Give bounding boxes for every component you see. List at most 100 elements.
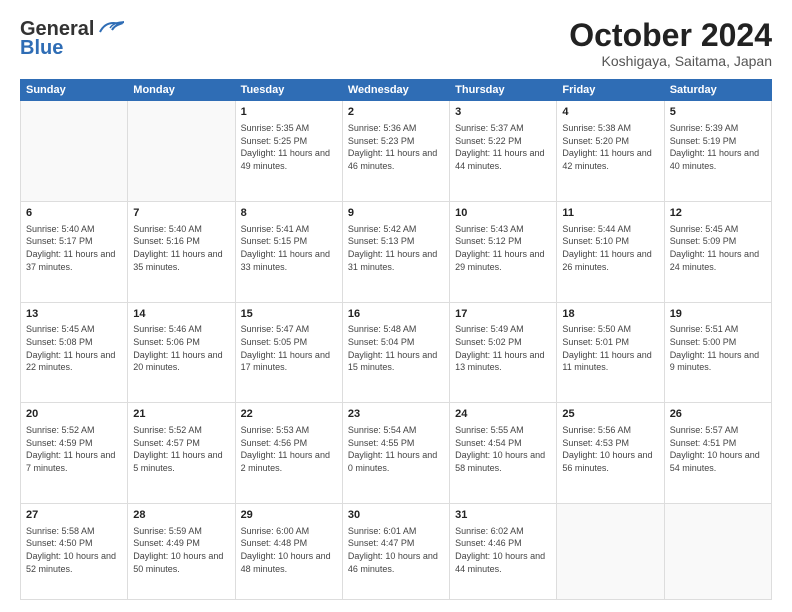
day-detail: Sunrise: 5:36 AM Sunset: 5:23 PM Dayligh… (348, 122, 444, 172)
day-detail: Sunrise: 5:54 AM Sunset: 4:55 PM Dayligh… (348, 424, 444, 474)
table-row: 13Sunrise: 5:45 AM Sunset: 5:08 PM Dayli… (21, 302, 128, 403)
day-number: 2 (348, 105, 444, 120)
table-row: 12Sunrise: 5:45 AM Sunset: 5:09 PM Dayli… (664, 201, 771, 302)
logo-blue: Blue (20, 37, 63, 60)
day-detail: Sunrise: 5:46 AM Sunset: 5:06 PM Dayligh… (133, 323, 229, 373)
table-row: 11 Sunrise: 5:44 AM Sunset: 5:10 PM Dayli… (557, 201, 664, 302)
table-row: 6 Sunrise: 5:40 AM Sunset: 5:17 PM Daylig… (21, 201, 128, 302)
day-detail: Sunrise: 5:57 AM Sunset: 4:51 PM Dayligh… (670, 424, 766, 474)
col-thursday: Thursday (450, 80, 557, 101)
day-detail: Sunrise: 5:49 AM Sunset: 5:02 PM Dayligh… (455, 323, 551, 373)
table-row: 26 Sunrise: 5:57 AM Sunset: 4:51 PM Dayli… (664, 403, 771, 504)
day-detail: Sunrise: 5:45 AM Sunset: 5:08 PM Dayligh… (26, 323, 122, 373)
table-row: 10 Sunrise: 5:43 AM Sunset: 5:12 PM Dayli… (450, 201, 557, 302)
table-row: 16Sunrise: 5:48 AM Sunset: 5:04 PM Dayli… (342, 302, 449, 403)
day-number: 24 (455, 407, 551, 422)
day-number: 31 (455, 508, 551, 523)
day-detail: Sunrise: 6:02 AM Sunset: 4:46 PM Dayligh… (455, 525, 551, 575)
day-number: 14 (133, 307, 229, 322)
day-number: 15 (241, 307, 337, 322)
day-number: 22 (241, 407, 337, 422)
day-number: 16 (348, 307, 444, 322)
table-row (557, 504, 664, 600)
day-number: 30 (348, 508, 444, 523)
col-wednesday: Wednesday (342, 80, 449, 101)
day-detail: Sunrise: 5:42 AM Sunset: 5:13 PM Dayligh… (348, 223, 444, 273)
day-number: 26 (670, 407, 766, 422)
table-row: 17Sunrise: 5:49 AM Sunset: 5:02 PM Dayli… (450, 302, 557, 403)
day-number: 25 (562, 407, 658, 422)
col-sunday: Sunday (21, 80, 128, 101)
day-detail: Sunrise: 5:45 AM Sunset: 5:09 PM Dayligh… (670, 223, 766, 273)
day-detail: Sunrise: 5:58 AM Sunset: 4:50 PM Dayligh… (26, 525, 122, 575)
day-number: 21 (133, 407, 229, 422)
table-row: 4 Sunrise: 5:38 AM Sunset: 5:20 PM Daylig… (557, 101, 664, 202)
day-detail: Sunrise: 5:51 AM Sunset: 5:00 PM Dayligh… (670, 323, 766, 373)
table-row: 14Sunrise: 5:46 AM Sunset: 5:06 PM Dayli… (128, 302, 235, 403)
logo: General Blue (20, 18, 124, 60)
day-detail: Sunrise: 5:59 AM Sunset: 4:49 PM Dayligh… (133, 525, 229, 575)
day-number: 23 (348, 407, 444, 422)
day-number: 11 (562, 206, 658, 221)
day-number: 19 (670, 307, 766, 322)
table-row: 8 Sunrise: 5:41 AM Sunset: 5:15 PM Daylig… (235, 201, 342, 302)
title-block: October 2024 Koshigaya, Saitama, Japan (569, 18, 772, 69)
day-number: 7 (133, 206, 229, 221)
day-detail: Sunrise: 5:53 AM Sunset: 4:56 PM Dayligh… (241, 424, 337, 474)
table-row: 29 Sunrise: 6:00 AM Sunset: 4:48 PM Dayli… (235, 504, 342, 600)
table-row (664, 504, 771, 600)
day-detail: Sunrise: 5:48 AM Sunset: 5:04 PM Dayligh… (348, 323, 444, 373)
table-row: 9 Sunrise: 5:42 AM Sunset: 5:13 PM Daylig… (342, 201, 449, 302)
day-detail: Sunrise: 5:44 AM Sunset: 5:10 PM Dayligh… (562, 223, 658, 273)
table-row: 20 Sunrise: 5:52 AM Sunset: 4:59 PM Dayli… (21, 403, 128, 504)
table-row: 28 Sunrise: 5:59 AM Sunset: 4:49 PM Dayli… (128, 504, 235, 600)
day-detail: Sunrise: 5:47 AM Sunset: 5:05 PM Dayligh… (241, 323, 337, 373)
day-number: 17 (455, 307, 551, 322)
day-number: 27 (26, 508, 122, 523)
day-detail: Sunrise: 5:50 AM Sunset: 5:01 PM Dayligh… (562, 323, 658, 373)
day-number: 29 (241, 508, 337, 523)
day-detail: Sunrise: 5:52 AM Sunset: 4:59 PM Dayligh… (26, 424, 122, 474)
day-number: 8 (241, 206, 337, 221)
header: General Blue October 2024 Koshigaya, Sai… (20, 18, 772, 69)
day-number: 20 (26, 407, 122, 422)
day-number: 3 (455, 105, 551, 120)
table-row (128, 101, 235, 202)
day-detail: Sunrise: 5:38 AM Sunset: 5:20 PM Dayligh… (562, 122, 658, 172)
table-row: 18Sunrise: 5:50 AM Sunset: 5:01 PM Dayli… (557, 302, 664, 403)
table-row: 22 Sunrise: 5:53 AM Sunset: 4:56 PM Dayli… (235, 403, 342, 504)
day-detail: Sunrise: 5:39 AM Sunset: 5:19 PM Dayligh… (670, 122, 766, 172)
table-row: 3Sunrise: 5:37 AM Sunset: 5:22 PM Daylig… (450, 101, 557, 202)
day-detail: Sunrise: 5:41 AM Sunset: 5:15 PM Dayligh… (241, 223, 337, 273)
table-row: 30Sunrise: 6:01 AM Sunset: 4:47 PM Dayli… (342, 504, 449, 600)
location: Koshigaya, Saitama, Japan (569, 53, 772, 69)
table-row: 7Sunrise: 5:40 AM Sunset: 5:16 PM Daylig… (128, 201, 235, 302)
table-row (21, 101, 128, 202)
day-number: 9 (348, 206, 444, 221)
day-detail: Sunrise: 5:55 AM Sunset: 4:54 PM Dayligh… (455, 424, 551, 474)
day-number: 6 (26, 206, 122, 221)
col-monday: Monday (128, 80, 235, 101)
day-number: 4 (562, 105, 658, 120)
logo-bird-icon (96, 18, 124, 38)
table-row: 25Sunrise: 5:56 AM Sunset: 4:53 PM Dayli… (557, 403, 664, 504)
day-detail: Sunrise: 5:52 AM Sunset: 4:57 PM Dayligh… (133, 424, 229, 474)
col-tuesday: Tuesday (235, 80, 342, 101)
table-row: 23 Sunrise: 5:54 AM Sunset: 4:55 PM Dayli… (342, 403, 449, 504)
table-row: 24 Sunrise: 5:55 AM Sunset: 4:54 PM Dayli… (450, 403, 557, 504)
day-detail: Sunrise: 5:43 AM Sunset: 5:12 PM Dayligh… (455, 223, 551, 273)
day-number: 28 (133, 508, 229, 523)
day-number: 1 (241, 105, 337, 120)
day-number: 18 (562, 307, 658, 322)
calendar-header-row: Sunday Monday Tuesday Wednesday Thursday… (21, 80, 772, 101)
col-saturday: Saturday (664, 80, 771, 101)
day-number: 5 (670, 105, 766, 120)
day-number: 10 (455, 206, 551, 221)
table-row: 19Sunrise: 5:51 AM Sunset: 5:00 PM Dayli… (664, 302, 771, 403)
day-number: 13 (26, 307, 122, 322)
day-detail: Sunrise: 5:35 AM Sunset: 5:25 PM Dayligh… (241, 122, 337, 172)
day-detail: Sunrise: 5:40 AM Sunset: 5:17 PM Dayligh… (26, 223, 122, 273)
table-row: 21 Sunrise: 5:52 AM Sunset: 4:57 PM Dayli… (128, 403, 235, 504)
day-detail: Sunrise: 6:00 AM Sunset: 4:48 PM Dayligh… (241, 525, 337, 575)
table-row: 2 Sunrise: 5:36 AM Sunset: 5:23 PM Daylig… (342, 101, 449, 202)
